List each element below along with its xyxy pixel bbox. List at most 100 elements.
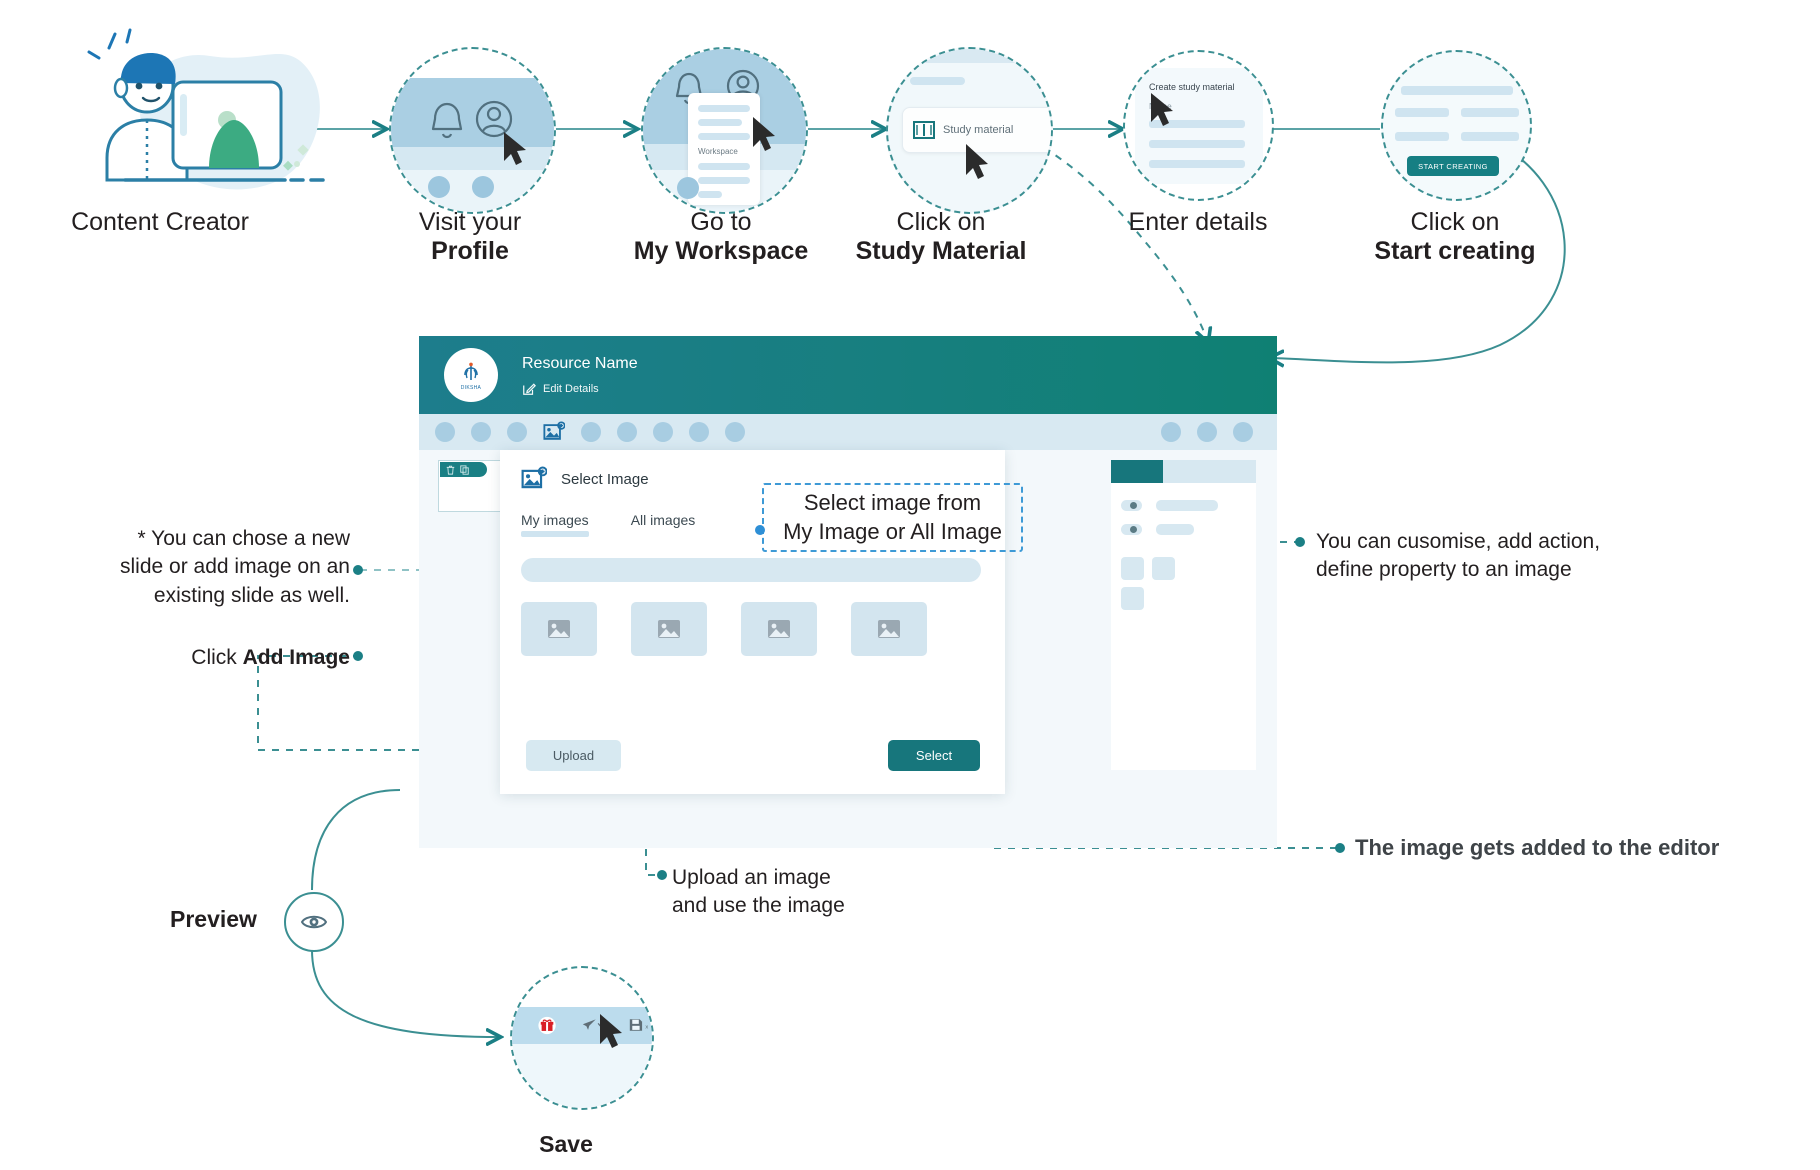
step-line1: Enter details	[1129, 208, 1268, 236]
annotation-customise: You can cusomise, add action, define pro…	[1316, 528, 1716, 585]
edit-details-label: Edit Details	[543, 383, 599, 395]
property-toggle[interactable]	[1121, 500, 1142, 511]
slide-note-line-1: * You can chose a new	[100, 525, 350, 553]
image-thumbnail[interactable]	[741, 602, 817, 656]
dialog-header: Select Image	[521, 466, 649, 492]
save-step-circle: x	[510, 966, 654, 1110]
add-image-icon	[521, 466, 547, 492]
callout-line-1: Select image from	[804, 489, 981, 518]
form-line	[1401, 86, 1513, 95]
upload-button[interactable]: Upload	[526, 740, 621, 771]
enter-details-step-circle: Create study material Name	[1123, 50, 1274, 201]
dialog-tabs: My images All images	[521, 512, 695, 537]
toolbar-circle-icon[interactable]	[507, 422, 527, 442]
annotation-select-source-callout: Select image from My Image or All Image	[762, 483, 1023, 552]
leader-dot	[1295, 537, 1305, 547]
trash-icon[interactable]	[446, 465, 455, 475]
toolbar-circle-icon[interactable]	[435, 422, 455, 442]
preview-label: Preview	[170, 906, 257, 933]
cursor-icon	[643, 49, 806, 212]
upload-note-line-1: Upload an image	[672, 864, 952, 892]
property-row	[1121, 524, 1194, 535]
step-label-content-creator: Content Creator	[30, 208, 290, 237]
property-tabs	[1111, 460, 1256, 483]
toolbar-circle-icon[interactable]	[471, 422, 491, 442]
slide-note-line-2: slide or add image on an	[100, 553, 350, 581]
toolbar-right-group	[1161, 422, 1253, 442]
eye-icon	[301, 913, 327, 931]
toolbar-circle-icon[interactable]	[725, 422, 745, 442]
resource-name: Resource Name	[522, 355, 638, 373]
step-line2: Start creating	[1330, 237, 1580, 266]
step-line1: Go to	[690, 208, 751, 236]
profile-step-circle	[389, 47, 556, 214]
diksha-logo: DIKSHA	[444, 348, 498, 402]
property-square[interactable]	[1152, 557, 1175, 580]
workflow-diagram: Content Creator Visit your Profile	[0, 0, 1820, 1170]
slide-note-line-3: existing slide as well.	[100, 582, 350, 610]
edit-details-button[interactable]: Edit Details	[522, 382, 638, 396]
property-square[interactable]	[1121, 557, 1144, 580]
customise-line-1: You can cusomise, add action,	[1316, 528, 1716, 556]
logo-text: DIKSHA	[461, 385, 481, 391]
property-bar	[1156, 500, 1218, 511]
profile-dot	[428, 176, 450, 198]
property-square[interactable]	[1121, 587, 1144, 610]
profile-dot	[677, 177, 699, 199]
property-tab-active[interactable]	[1111, 460, 1163, 483]
editor-panel: DIKSHA Resource Name Edit Details	[419, 336, 1277, 848]
add-image-prefix: Click	[191, 646, 242, 669]
image-search-input[interactable]	[521, 558, 981, 582]
annotation-upload-note: Upload an image and use the image	[672, 864, 952, 921]
toolbar-circle-icon[interactable]	[653, 422, 673, 442]
step-line1: Content Creator	[71, 208, 249, 236]
toolbar-circle-icon[interactable]	[689, 422, 709, 442]
cursor-icon	[888, 49, 1051, 212]
start-creating-button[interactable]: START CREATING	[1407, 156, 1499, 176]
tab-all-images[interactable]: All images	[631, 512, 696, 537]
toggle-knob	[1130, 526, 1137, 533]
step-label-visit-profile: Visit your Profile	[350, 208, 590, 266]
form-line	[1461, 108, 1519, 117]
image-placeholder-icon	[767, 619, 791, 639]
image-placeholder-icon	[547, 619, 571, 639]
upload-note-line-2: and use the image	[672, 892, 952, 920]
leader-dot	[657, 870, 667, 880]
editor-header-text: Resource Name Edit Details	[522, 355, 638, 396]
tab-my-images[interactable]: My images	[521, 512, 589, 537]
property-panel	[1111, 460, 1256, 770]
cursor-icon	[1125, 52, 1272, 199]
step-line1: Visit your	[419, 208, 521, 236]
select-button[interactable]: Select	[888, 740, 980, 771]
diksha-emblem-icon	[459, 360, 483, 384]
toggle-knob	[1130, 502, 1137, 509]
form-line	[1461, 132, 1519, 141]
toolbar-circle-icon[interactable]	[1197, 422, 1217, 442]
image-placeholder-icon	[877, 619, 901, 639]
save-label: Save	[539, 1131, 593, 1158]
pencil-square-icon	[522, 382, 536, 396]
toolbar-circle-icon[interactable]	[1161, 422, 1181, 442]
toolbar-circle-icon[interactable]	[1233, 422, 1253, 442]
property-bar	[1156, 524, 1194, 535]
copy-icon[interactable]	[460, 465, 469, 475]
toolbar-circle-icon[interactable]	[617, 422, 637, 442]
add-image-icon[interactable]	[543, 421, 565, 443]
step-line1: Click on	[1411, 208, 1500, 236]
image-thumbnail[interactable]	[631, 602, 707, 656]
preview-button[interactable]	[284, 892, 344, 952]
property-row	[1121, 500, 1218, 511]
annotation-add-image: Click Add Image	[100, 644, 350, 672]
content-creator-illustration	[85, 28, 345, 198]
image-thumbnail[interactable]	[521, 602, 597, 656]
customise-line-2: define property to an image	[1316, 556, 1716, 584]
annotation-added-to-editor: The image gets added to the editor	[1355, 833, 1815, 863]
property-toggle[interactable]	[1121, 524, 1142, 535]
step-line2: Study Material	[791, 237, 1091, 266]
step-label-enter-details: Enter details	[1073, 208, 1323, 237]
editor-toolbar	[419, 414, 1277, 450]
toolbar-circle-icon[interactable]	[581, 422, 601, 442]
image-thumbnail[interactable]	[851, 602, 927, 656]
annotation-slide-note: * You can chose a new slide or add image…	[100, 525, 350, 610]
callout-line-2: My Image or All Image	[783, 518, 1002, 547]
